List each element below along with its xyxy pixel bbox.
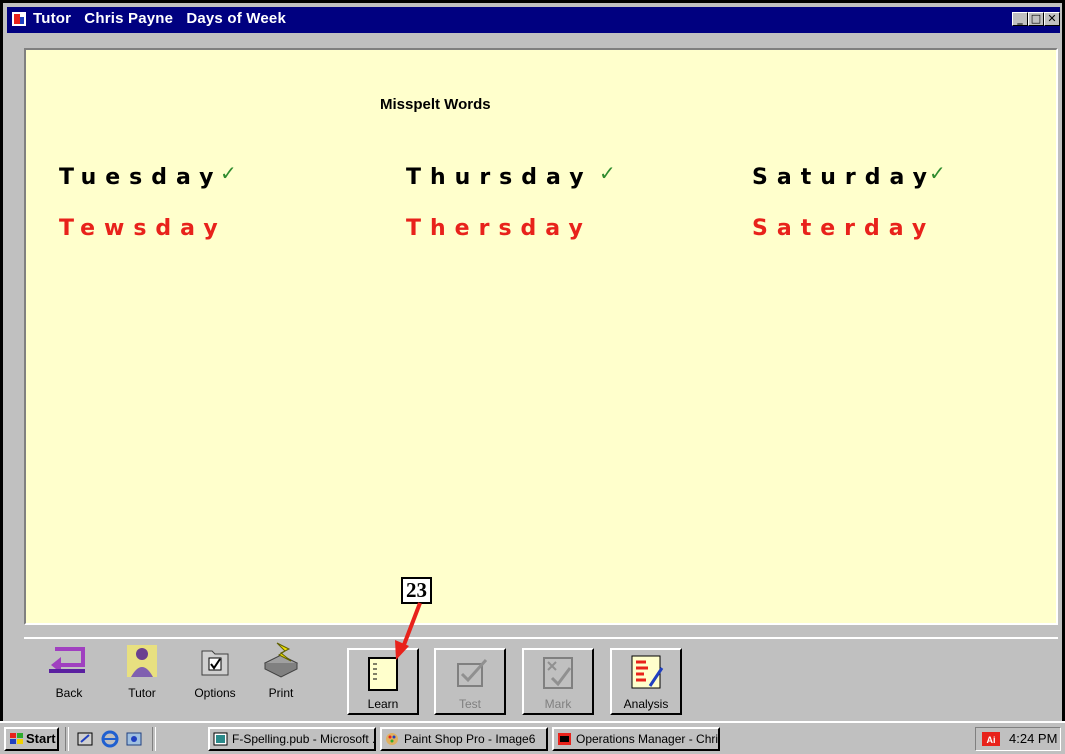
misspelt-word: Tewsday	[59, 216, 227, 241]
tutor-window: Tutor Chris Payne Days of Week _ □ ✕ Mis…	[0, 0, 1065, 754]
title-bar[interactable]: Tutor Chris Payne Days of Week _ □ ✕	[7, 7, 1060, 33]
mark-button: Mark	[522, 648, 594, 715]
analysis-button[interactable]: Analysis	[610, 648, 682, 715]
maximize-button[interactable]: □	[1028, 12, 1044, 26]
system-tray: Ai 4:24 PM	[975, 727, 1061, 751]
content-area: Misspelt Words Tuesday ✓ Tewsday Thursda…	[24, 48, 1058, 625]
page-heading: Misspelt Words	[380, 96, 491, 113]
check-icon: ✓	[220, 161, 237, 185]
analysis-label: Analysis	[623, 697, 669, 711]
correct-word: Saturday	[752, 165, 936, 190]
internet-explorer-icon[interactable]	[100, 729, 120, 749]
misspelt-word: Thersday	[406, 216, 592, 241]
app-icon	[12, 12, 26, 26]
correct-word: Tuesday	[59, 165, 223, 190]
print-button[interactable]: Print	[256, 641, 306, 700]
print-label: Print	[268, 686, 294, 700]
tutor-label: Tutor	[128, 686, 156, 700]
learn-label: Learn	[367, 697, 399, 711]
operations-manager-icon	[558, 733, 571, 745]
check-icon: ✓	[929, 161, 946, 185]
taskbar-divider	[65, 727, 69, 751]
options-button[interactable]: Options	[190, 645, 240, 700]
taskbar: Start F-Spelling.pub - Microsoft ... Pai…	[0, 721, 1065, 754]
options-checkbox-icon	[201, 650, 229, 676]
svg-text:Ai: Ai	[987, 735, 996, 745]
taskbar-task[interactable]: Paint Shop Pro - Image6	[380, 727, 548, 751]
minimize-button[interactable]: _	[1012, 12, 1028, 26]
clock: 4:24 PM	[1009, 731, 1058, 746]
misspelt-word: Saterday	[752, 216, 936, 241]
correct-word: Thursday	[406, 165, 593, 190]
taskbar-task[interactable]: F-Spelling.pub - Microsoft ...	[208, 727, 376, 751]
back-label: Back	[55, 686, 83, 700]
paint-shop-pro-icon	[386, 733, 398, 745]
learn-notebook-icon	[368, 657, 398, 691]
test-button: Test	[434, 648, 506, 715]
tutor-button[interactable]: Tutor	[122, 643, 162, 700]
windows-flag-icon	[10, 733, 23, 744]
callout-marker: 23	[401, 577, 432, 604]
desktop-icon[interactable]	[76, 730, 94, 748]
ati-icon[interactable]: Ai	[982, 732, 1000, 746]
mark-icon	[543, 657, 573, 689]
close-button[interactable]: ✕	[1044, 12, 1060, 26]
channels-icon[interactable]	[124, 729, 144, 749]
learn-button[interactable]: Learn	[347, 648, 419, 715]
back-arrow-icon	[49, 647, 85, 673]
back-button[interactable]: Back	[46, 645, 92, 700]
taskbar-task[interactable]: Operations Manager - Chri...	[552, 727, 720, 751]
options-label: Options	[194, 686, 236, 700]
mark-label: Mark	[544, 697, 572, 711]
test-label: Test	[458, 697, 481, 711]
test-check-icon	[457, 658, 488, 687]
tutor-person-icon	[127, 645, 157, 677]
analysis-icon	[631, 655, 664, 689]
publisher-icon	[213, 732, 228, 746]
window-title: Tutor Chris Payne Days of Week	[33, 10, 286, 27]
start-button[interactable]: Start	[4, 727, 59, 751]
taskbar-divider	[152, 727, 156, 751]
print-icon	[263, 642, 299, 678]
start-label: Start	[26, 731, 56, 746]
check-icon: ✓	[599, 161, 616, 185]
